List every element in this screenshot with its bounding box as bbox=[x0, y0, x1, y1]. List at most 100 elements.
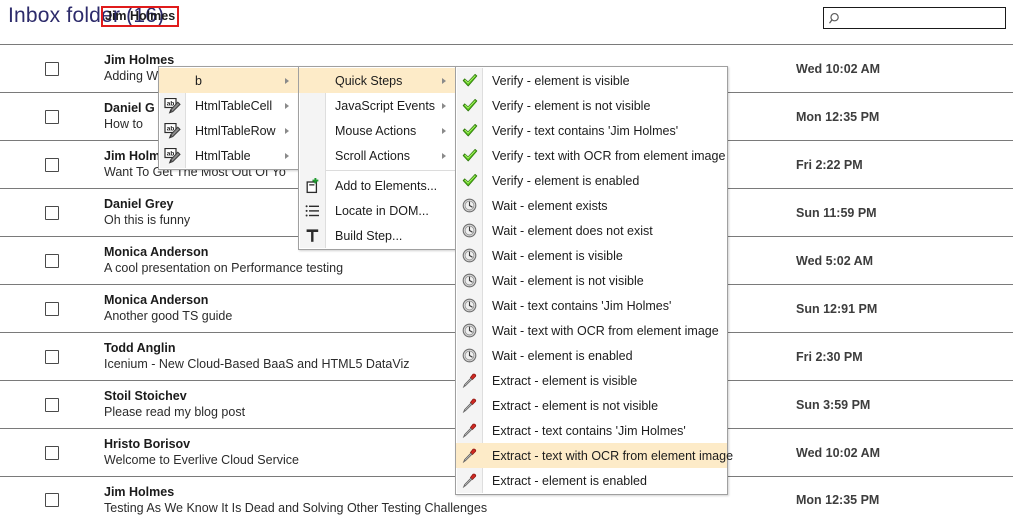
menu-element-item[interactable]: ab HtmlTableRow bbox=[159, 118, 298, 143]
menu-item-label: Verify - text contains 'Jim Holmes' bbox=[492, 123, 679, 138]
wait-clock-icon bbox=[456, 343, 483, 368]
mail-date: Sun 12:91 PM bbox=[796, 301, 878, 316]
extract-pipette-icon bbox=[456, 418, 483, 443]
menu-action-item[interactable]: Mouse Actions bbox=[299, 118, 455, 143]
verify-check-icon bbox=[456, 93, 483, 118]
search-icon bbox=[829, 12, 842, 25]
menu-quickstep-item[interactable]: Extract - element is not visible bbox=[456, 393, 727, 418]
menu-quickstep-item[interactable]: Wait - element is enabled bbox=[456, 343, 727, 368]
menu-item-label: Extract - text contains 'Jim Holmes' bbox=[492, 423, 686, 438]
menu-element-item[interactable]: b bbox=[159, 68, 298, 93]
row-checkbox-cell[interactable] bbox=[0, 445, 104, 460]
mail-date: Mon 12:35 PM bbox=[796, 109, 880, 124]
row-checkbox[interactable] bbox=[45, 445, 59, 460]
context-menu-elements[interactable]: b ab HtmlTableCell ab HtmlTableRow ab HtmlTabl… bbox=[158, 66, 299, 170]
ab-pencil-icon: ab bbox=[159, 118, 186, 143]
menu-action-item[interactable]: Add to Elements... bbox=[299, 173, 455, 198]
mail-date: Sun 3:59 PM bbox=[796, 397, 871, 412]
menu-quickstep-item[interactable]: Extract - text contains 'Jim Holmes' bbox=[456, 418, 727, 443]
menu-item-label: Extract - element is visible bbox=[492, 373, 638, 388]
mail-date: Fri 2:22 PM bbox=[796, 157, 863, 172]
menu-quickstep-item[interactable]: Verify - element is not visible bbox=[456, 93, 727, 118]
row-checkbox-cell[interactable] bbox=[0, 253, 104, 268]
context-menu-quick-steps[interactable]: Verify - element is visible Verify - elem… bbox=[455, 66, 733, 495]
row-checkbox[interactable] bbox=[45, 301, 59, 316]
no-icon bbox=[299, 93, 326, 118]
menu-quickstep-item[interactable]: Wait - text contains 'Jim Holmes' bbox=[456, 293, 727, 318]
extract-pipette-icon bbox=[456, 443, 483, 468]
add-element-icon bbox=[299, 173, 326, 198]
menu-action-item[interactable]: Locate in DOM... bbox=[299, 198, 455, 223]
row-checkbox-cell[interactable] bbox=[0, 397, 104, 412]
menu-element-item[interactable]: ab HtmlTable bbox=[159, 143, 298, 168]
menu-item-label: Verify - element is visible bbox=[492, 73, 630, 88]
menu-item-label: Extract - element is enabled bbox=[492, 473, 647, 488]
locate-dom-icon bbox=[299, 198, 326, 223]
mail-date: Wed 10:02 AM bbox=[796, 445, 881, 460]
mail-date: Wed 10:02 AM bbox=[796, 61, 881, 76]
row-checkbox-cell[interactable] bbox=[0, 157, 104, 172]
menu-item-label: Wait - text contains 'Jim Holmes' bbox=[492, 298, 672, 313]
email-client-screen: Inbox folder (16) Jim Holmes Adding W Wed … bbox=[0, 0, 1013, 517]
row-checkbox-cell[interactable] bbox=[0, 301, 104, 316]
wait-clock-icon bbox=[456, 218, 483, 243]
menu-quickstep-item[interactable]: Wait - element does not exist bbox=[456, 218, 727, 243]
menu-item-label: HtmlTableRow bbox=[195, 123, 276, 138]
context-menu-actions[interactable]: Quick Steps JavaScript Events Mouse Action… bbox=[298, 66, 456, 250]
menu-quickstep-item[interactable]: Wait - element is not visible bbox=[456, 268, 727, 293]
menu-quickstep-item[interactable]: Extract - text with OCR from element ima… bbox=[456, 443, 733, 468]
ab-pencil-icon: ab bbox=[159, 143, 186, 168]
menu-action-item[interactable]: Scroll Actions bbox=[299, 143, 455, 168]
extract-pipette-icon bbox=[456, 368, 483, 393]
menu-item-label: Verify - text with OCR from element imag… bbox=[492, 148, 726, 163]
wait-clock-icon bbox=[456, 268, 483, 293]
search-input[interactable] bbox=[842, 9, 1005, 27]
menu-quickstep-item[interactable]: Verify - text with OCR from element imag… bbox=[456, 143, 727, 168]
row-checkbox-cell[interactable] bbox=[0, 349, 104, 364]
no-icon bbox=[299, 68, 326, 93]
submenu-arrow-icon bbox=[285, 127, 289, 134]
menu-item-label: Wait - element is enabled bbox=[492, 348, 633, 363]
verify-check-icon bbox=[456, 168, 483, 193]
menu-quickstep-item[interactable]: Wait - text with OCR from element image bbox=[456, 318, 727, 343]
menu-item-label: HtmlTableCell bbox=[195, 98, 273, 113]
page-title: Inbox folder (16) bbox=[8, 4, 165, 27]
menu-element-item[interactable]: ab HtmlTableCell bbox=[159, 93, 298, 118]
submenu-arrow-icon bbox=[442, 152, 446, 159]
row-checkbox[interactable] bbox=[45, 61, 59, 76]
menu-item-label: Scroll Actions bbox=[335, 148, 411, 163]
row-checkbox[interactable] bbox=[45, 349, 59, 364]
menu-quickstep-item[interactable]: Extract - element is visible bbox=[456, 368, 727, 393]
menu-quickstep-item[interactable]: Verify - element is visible bbox=[456, 68, 727, 93]
submenu-arrow-icon bbox=[285, 102, 289, 109]
menu-quickstep-item[interactable]: Wait - element exists bbox=[456, 193, 727, 218]
row-checkbox[interactable] bbox=[45, 109, 59, 124]
menu-quickstep-item[interactable]: Verify - text contains 'Jim Holmes' bbox=[456, 118, 727, 143]
row-checkbox-cell[interactable] bbox=[0, 493, 104, 507]
menu-quickstep-item[interactable]: Verify - element is enabled bbox=[456, 168, 727, 193]
menu-action-item[interactable]: Quick Steps bbox=[299, 68, 455, 93]
menu-quickstep-item[interactable]: Extract - element is enabled bbox=[456, 468, 727, 493]
row-checkbox-cell[interactable] bbox=[0, 109, 104, 124]
row-checkbox[interactable] bbox=[45, 253, 59, 268]
row-checkbox[interactable] bbox=[45, 157, 59, 172]
menu-action-item[interactable]: Build Step... bbox=[299, 223, 455, 248]
row-checkbox-cell[interactable] bbox=[0, 205, 104, 220]
verify-check-icon bbox=[456, 143, 483, 168]
mail-date: Mon 12:35 PM bbox=[796, 493, 880, 507]
menu-item-label: Wait - element does not exist bbox=[492, 223, 653, 238]
row-checkbox[interactable] bbox=[45, 397, 59, 412]
menu-action-item[interactable]: JavaScript Events bbox=[299, 93, 455, 118]
row-checkbox[interactable] bbox=[45, 493, 59, 507]
no-icon bbox=[299, 118, 326, 143]
row-checkbox-cell[interactable] bbox=[0, 61, 104, 76]
menu-item-label: Quick Steps bbox=[335, 73, 403, 88]
extract-pipette-icon bbox=[456, 468, 483, 493]
menu-item-label: Wait - element is visible bbox=[492, 248, 623, 263]
mail-date: Wed 5:02 AM bbox=[796, 253, 874, 268]
menu-item-label: Extract - text with OCR from element ima… bbox=[492, 448, 734, 463]
row-checkbox[interactable] bbox=[45, 205, 59, 220]
menu-item-label: Wait - element exists bbox=[492, 198, 608, 213]
search-box[interactable] bbox=[823, 7, 1006, 29]
menu-quickstep-item[interactable]: Wait - element is visible bbox=[456, 243, 727, 268]
